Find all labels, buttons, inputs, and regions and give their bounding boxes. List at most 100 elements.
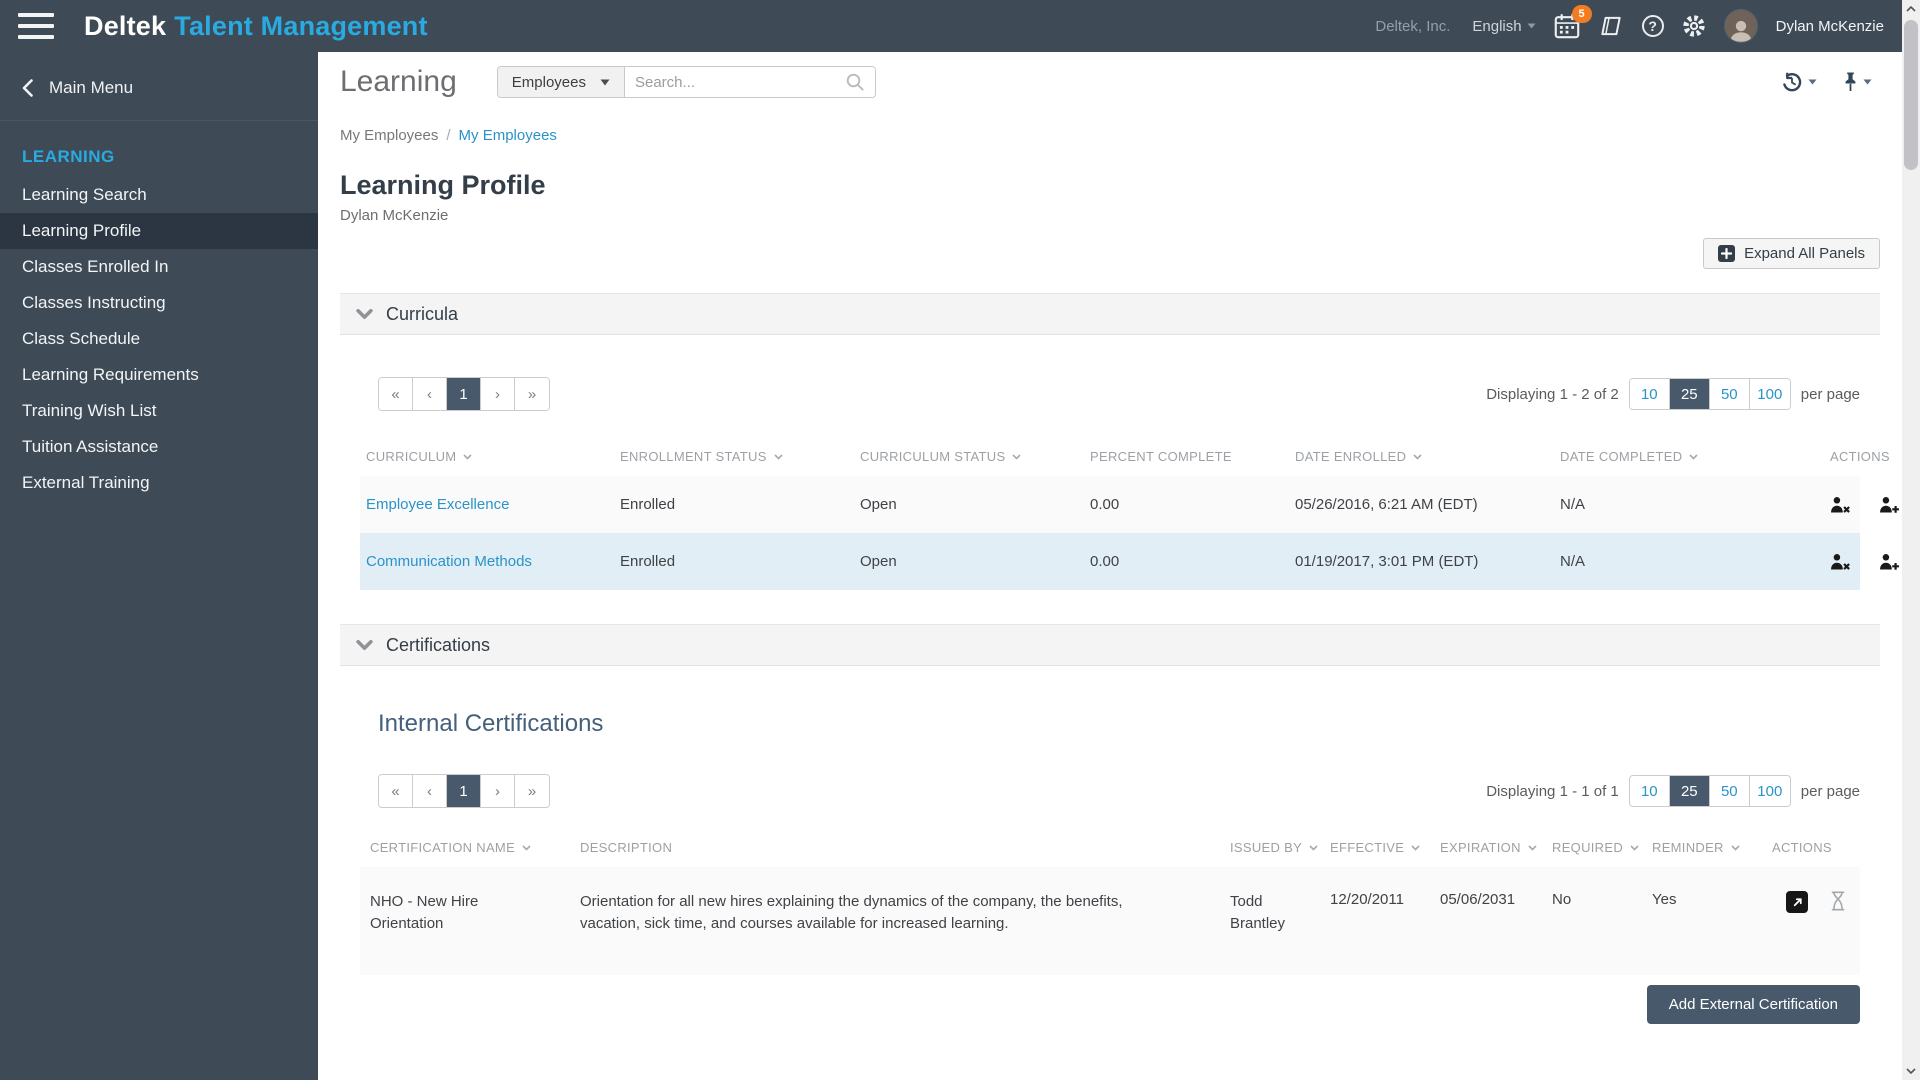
chevron-down-icon: [1808, 79, 1817, 85]
col-curriculum[interactable]: CURRICULUM: [360, 449, 620, 464]
main-content: Learning Employees Search... My Employee…: [318, 52, 1902, 1080]
pin-dropdown[interactable]: [1843, 71, 1872, 93]
external-link-icon[interactable]: [1786, 891, 1808, 913]
table-row: NHO - New Hire Orientation Orientation f…: [360, 867, 1860, 975]
curriculum-link[interactable]: Communication Methods: [360, 553, 620, 570]
page-title: Learning Profile: [340, 170, 546, 200]
remove-user-icon[interactable]: [1830, 496, 1851, 513]
internal-certifications-title: Internal Certifications: [378, 710, 604, 737]
module-title: Learning: [340, 65, 457, 98]
gear-icon[interactable]: [1682, 14, 1706, 38]
sidebar-item-classes-enrolled-in[interactable]: Classes Enrolled In: [0, 249, 318, 285]
first-page-button[interactable]: «: [379, 775, 413, 807]
sidebar-item-class-schedule[interactable]: Class Schedule: [0, 321, 318, 357]
col-effective[interactable]: EFFECTIVE: [1330, 840, 1440, 855]
sidebar-item-training-wish-list[interactable]: Training Wish List: [0, 393, 318, 429]
col-required[interactable]: REQUIRED: [1552, 840, 1652, 855]
date-completed-value: N/A: [1560, 496, 1586, 513]
main-menu-back[interactable]: Main Menu: [0, 52, 318, 121]
first-page-button[interactable]: «: [379, 378, 413, 410]
last-page-button[interactable]: »: [515, 775, 549, 807]
col-date-completed[interactable]: DATE COMPLETED: [1560, 449, 1830, 464]
user-name: Dylan McKenzie: [1775, 17, 1884, 35]
col-enrollment-status[interactable]: ENROLLMENT STATUS: [620, 449, 860, 464]
sidebar-section-learning: LEARNING: [22, 147, 115, 166]
scrollbar-thumb[interactable]: [1904, 20, 1918, 170]
search-group: Employees: [496, 66, 876, 98]
help-icon[interactable]: ?: [1641, 15, 1664, 37]
sort-caret-icon: [774, 453, 783, 460]
search-icon[interactable]: [834, 67, 875, 97]
breadcrumb-my-employees-link[interactable]: My Employees: [459, 127, 557, 144]
prev-page-button[interactable]: ‹: [413, 378, 447, 410]
sort-caret-icon: [1012, 453, 1022, 460]
last-page-button[interactable]: »: [515, 378, 549, 410]
page-1-button[interactable]: 1: [447, 378, 481, 410]
col-expiration[interactable]: EXPIRATION: [1440, 840, 1552, 855]
curricula-panel-header[interactable]: Curricula: [340, 293, 1880, 335]
col-curriculum-status[interactable]: CURRICULUM STATUS: [860, 449, 1090, 464]
sort-caret-icon: [463, 453, 472, 460]
history-icon: [1783, 72, 1802, 92]
sidebar-item-external-training[interactable]: External Training: [0, 465, 318, 501]
user-avatar[interactable]: [1723, 9, 1758, 43]
sidebar-item-learning-search[interactable]: Learning Search: [0, 177, 318, 213]
language-dropdown[interactable]: English: [1472, 18, 1536, 35]
next-page-button[interactable]: ›: [481, 775, 515, 807]
page-size-50[interactable]: 50: [1709, 776, 1750, 806]
certification-name-value: NHO - New Hire Orientation: [370, 893, 479, 932]
prev-page-button[interactable]: ‹: [413, 775, 447, 807]
expand-all-panels-label: Expand All Panels: [1744, 245, 1865, 262]
page-size-10[interactable]: 10: [1629, 379, 1670, 409]
col-issued-by[interactable]: ISSUED BY: [1230, 840, 1330, 855]
table-row: Communication Methods Enrolled Open 0.00…: [360, 533, 1899, 590]
add-external-certification-button[interactable]: Add External Certification: [1646, 984, 1860, 1024]
curriculum-status-value: Open: [860, 553, 897, 570]
sidebar-item-tuition-assistance[interactable]: Tuition Assistance: [0, 429, 318, 465]
add-user-icon[interactable]: [1879, 496, 1900, 513]
sort-caret-icon: [522, 844, 531, 851]
certifications-panel-title: Certifications: [386, 634, 491, 655]
col-date-enrolled[interactable]: DATE ENROLLED: [1295, 449, 1560, 464]
search-scope-dropdown[interactable]: Employees: [497, 67, 625, 97]
page-size-100[interactable]: 100: [1749, 776, 1790, 806]
curricula-pager: « ‹ 1 › »: [378, 377, 550, 411]
certifications-table-header: CERTIFICATION NAME DESCRIPTION ISSUED BY…: [360, 840, 1860, 855]
history-dropdown[interactable]: [1781, 71, 1817, 93]
col-reminder[interactable]: REMINDER: [1652, 840, 1772, 855]
hourglass-icon[interactable]: [1830, 891, 1846, 911]
sort-caret-icon: [1309, 844, 1318, 851]
sidebar-item-learning-profile[interactable]: Learning Profile: [0, 213, 318, 249]
vertical-scrollbar[interactable]: [1902, 0, 1920, 1080]
col-certification-name[interactable]: CERTIFICATION NAME: [360, 840, 580, 855]
page-size-25[interactable]: 25: [1669, 776, 1710, 806]
page-size-100[interactable]: 100: [1749, 379, 1790, 409]
page-1-button[interactable]: 1: [447, 775, 481, 807]
page-size-50[interactable]: 50: [1709, 379, 1750, 409]
scroll-down-icon[interactable]: [1902, 1062, 1920, 1080]
certifications-page-sizes: 10 25 50 100: [1628, 775, 1791, 807]
page-size-10[interactable]: 10: [1629, 776, 1670, 806]
hamburger-menu-icon[interactable]: [18, 13, 54, 39]
sort-caret-icon: [1528, 844, 1537, 851]
expand-all-panels-button[interactable]: Expand All Panels: [1703, 238, 1880, 269]
page-size-25[interactable]: 25: [1669, 379, 1710, 409]
scroll-up-icon[interactable]: [1902, 0, 1920, 18]
breadcrumb-my-employees[interactable]: My Employees: [340, 127, 438, 144]
per-page-label: per page: [1800, 385, 1860, 403]
col-description: DESCRIPTION: [580, 840, 673, 855]
calendar-icon[interactable]: 5: [1554, 5, 1592, 39]
certifications-panel-header[interactable]: Certifications: [340, 624, 1880, 666]
book-icon[interactable]: [1598, 15, 1624, 37]
add-user-icon[interactable]: [1879, 553, 1900, 570]
enrollment-status-value: Enrolled: [620, 553, 676, 570]
sidebar-item-classes-instructing[interactable]: Classes Instructing: [0, 285, 318, 321]
chevron-down-icon: [356, 639, 373, 650]
sort-caret-icon: [1731, 844, 1740, 851]
search-input[interactable]: [624, 67, 835, 97]
certification-description-value: Orientation for all new hires explaining…: [580, 893, 1123, 932]
curriculum-link[interactable]: Employee Excellence: [360, 496, 620, 513]
sidebar-item-learning-requirements[interactable]: Learning Requirements: [0, 357, 318, 393]
next-page-button[interactable]: ›: [481, 378, 515, 410]
remove-user-icon[interactable]: [1830, 553, 1851, 570]
